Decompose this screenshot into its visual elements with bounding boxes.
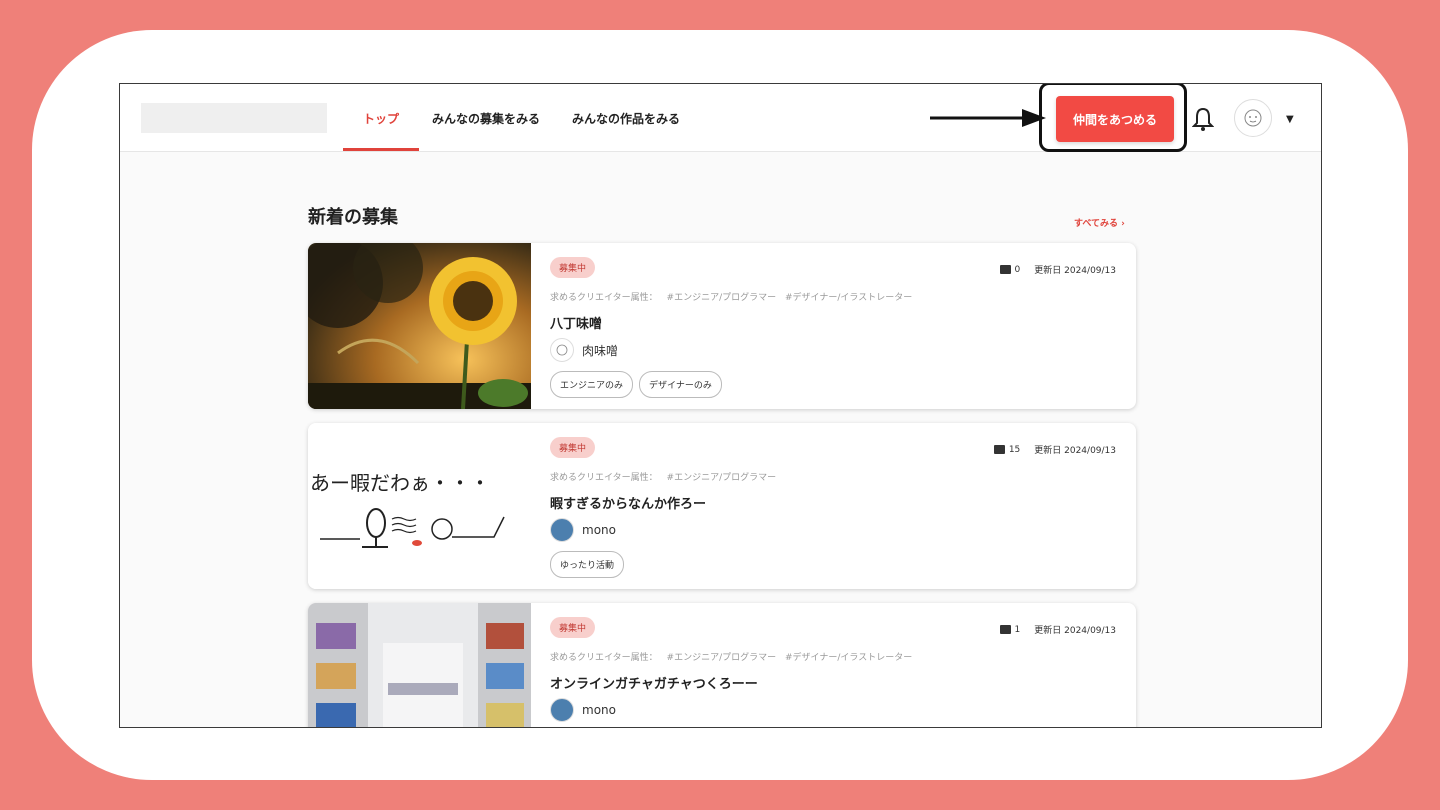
- creator-attributes: 求めるクリエイター属性： #エンジニア/プログラマー #デザイナー/イラストレー…: [550, 290, 918, 303]
- comment-icon: [999, 265, 1011, 274]
- status-badge: 募集中: [550, 257, 596, 278]
- chevron-down-icon[interactable]: ▼: [1286, 114, 1294, 125]
- author-avatar: [550, 698, 574, 722]
- card-body: 募集中 1 更新日 2024/09/13 求めるクリエイター属性： #エンジニア…: [550, 603, 1136, 727]
- pointer-arrow: [930, 109, 1046, 127]
- updated-date: 更新日 2024/09/13: [1034, 626, 1116, 636]
- card-body: 募集中 0 更新日 2024/09/13 求めるクリエイター属性： #エンジニア…: [550, 243, 1136, 409]
- tag[interactable]: エンジニアのみ: [550, 371, 634, 398]
- creator-attributes: 求めるクリエイター属性： #エンジニア/プログラマー #デザイナー/イラストレー…: [550, 650, 918, 663]
- card-body: 募集中 15 更新日 2024/09/13 求めるクリエイター属性： #エンジニ…: [550, 423, 1136, 589]
- recruitment-card[interactable]: 募集中 1 更新日 2024/09/13 求めるクリエイター属性： #エンジニア…: [308, 603, 1136, 727]
- author-avatar: [550, 338, 574, 362]
- author-avatar: [550, 518, 574, 542]
- thumbnail-handwriting: あー暇だわぁ・・・: [310, 471, 490, 495]
- site-header: トップ みんなの募集をみる みんなの作品をみる 仲間をあつめる ▼: [120, 84, 1321, 152]
- updated-date: 更新日 2024/09/13: [1034, 266, 1116, 276]
- comment-count: 1: [1014, 624, 1021, 635]
- recruitment-card[interactable]: あー暇だわぁ・・・ 募集中 15 更新日 2024/09/13 求めるクリエイタ…: [308, 423, 1136, 589]
- creator-attributes: 求めるクリエイター属性： #エンジニア/プログラマー: [550, 470, 782, 483]
- card-thumbnail: [308, 243, 531, 409]
- section-title: 新着の募集: [308, 207, 398, 228]
- attr-tag: #エンジニア/プログラマー: [666, 473, 777, 483]
- card-meta: 1 更新日 2024/09/13: [999, 623, 1116, 636]
- fan-illustration: [320, 508, 505, 548]
- attr-tag: #エンジニア/プログラマー: [666, 293, 777, 303]
- card-title[interactable]: 八丁味噌: [550, 313, 602, 332]
- browser-window: トップ みんなの募集をみる みんなの作品をみる 仲間をあつめる ▼ 新着の募集 …: [119, 83, 1322, 728]
- author[interactable]: mono: [550, 698, 616, 722]
- attr-tag: #エンジニア/プログラマー: [666, 653, 777, 663]
- tag[interactable]: デザイナーのみ: [639, 371, 722, 398]
- attr-tag: #デザイナー/イラストレーター: [784, 653, 913, 663]
- comment-icon: [993, 445, 1005, 454]
- author-name: mono: [582, 703, 616, 717]
- recruitment-card[interactable]: 募集中 0 更新日 2024/09/13 求めるクリエイター属性： #エンジニア…: [308, 243, 1136, 409]
- nav-top[interactable]: トップ: [363, 110, 399, 127]
- card-thumbnail: あー暇だわぁ・・・: [308, 423, 531, 589]
- tag-list: ゆったり活動: [550, 551, 625, 578]
- nav-active-indicator: [343, 148, 419, 151]
- card-thumbnail: [308, 603, 531, 727]
- comment-icon: [999, 625, 1011, 634]
- user-avatar[interactable]: [1234, 99, 1272, 137]
- attr-prefix: 求めるクリエイター属性：: [550, 473, 658, 483]
- author[interactable]: 肉味噌: [550, 338, 618, 362]
- updated-date: 更新日 2024/09/13: [1034, 446, 1116, 456]
- author[interactable]: mono: [550, 518, 616, 542]
- attr-prefix: 求めるクリエイター属性：: [550, 293, 658, 303]
- face-icon: [1244, 109, 1262, 127]
- see-all-link[interactable]: すべてみる ›: [1074, 216, 1125, 229]
- status-badge: 募集中: [550, 617, 596, 638]
- nav-browse-works[interactable]: みんなの作品をみる: [572, 110, 680, 127]
- attr-prefix: 求めるクリエイター属性：: [550, 653, 658, 663]
- attr-tag: #デザイナー/イラストレーター: [784, 293, 913, 303]
- card-title[interactable]: 暇すぎるからなんか作ろー: [550, 493, 706, 512]
- card-title[interactable]: オンラインガチャガチャつくろーー: [550, 673, 758, 692]
- card-meta: 0 更新日 2024/09/13: [999, 263, 1116, 276]
- card-meta: 15 更新日 2024/09/13: [993, 443, 1116, 456]
- nav-browse-recruitments[interactable]: みんなの募集をみる: [432, 110, 540, 127]
- site-logo-placeholder[interactable]: [141, 103, 327, 133]
- author-name: 肉味噌: [582, 343, 619, 358]
- bell-icon[interactable]: [1192, 106, 1214, 132]
- tag[interactable]: ゆったり活動: [550, 551, 625, 578]
- highlight-box: [1039, 84, 1187, 152]
- author-name: mono: [582, 523, 616, 537]
- comment-count: 0: [1014, 264, 1021, 275]
- comment-count: 15: [1008, 444, 1021, 455]
- status-badge: 募集中: [550, 437, 596, 458]
- tag-list: エンジニアのみ デザイナーのみ: [550, 371, 722, 398]
